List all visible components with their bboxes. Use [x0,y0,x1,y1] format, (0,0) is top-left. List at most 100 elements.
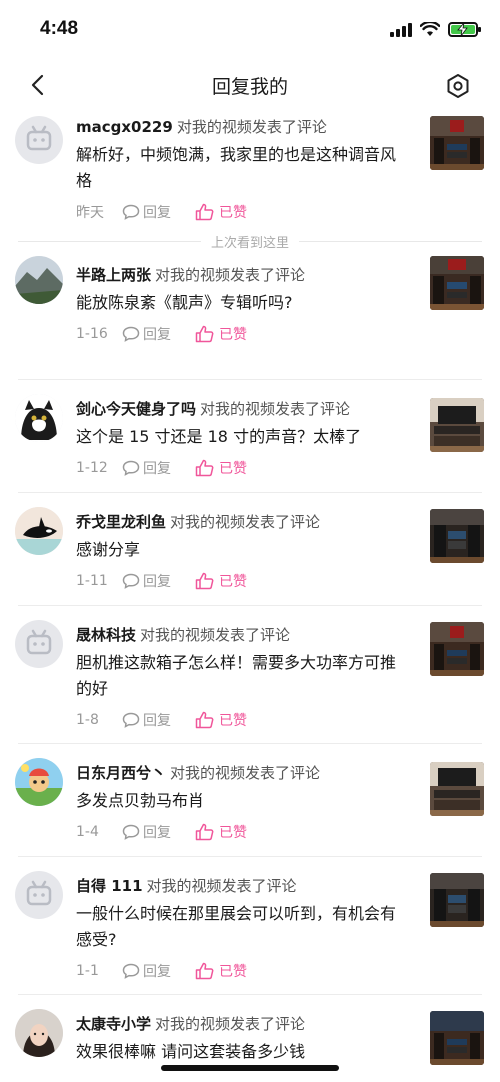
liked-button[interactable]: 已赞 [195,324,247,344]
person-avatar-image [15,1009,63,1057]
comment-text[interactable]: 解析好，中频饱满，我家里的也是这种调音风格 [76,142,404,194]
mountain-avatar-image [15,256,63,304]
liked-label: 已赞 [219,964,247,980]
liked-button[interactable]: 已赞 [195,571,247,591]
avatar[interactable] [15,1009,63,1057]
status-icons [390,22,481,37]
avatar[interactable] [15,758,63,806]
date: 1-1 [76,963,99,979]
thumbs-up-icon [195,203,214,221]
video-thumbnail[interactable] [430,762,484,816]
home-indicator[interactable] [161,1065,339,1071]
action-text: 对我的视频发表了评论 [200,400,351,418]
username[interactable]: macgx0229 [76,118,173,136]
list-item[interactable]: 半路上两张 对我的视频发表了评论 能放陈泉紊《靓声》专辑听吗? 1-16 回复 已… [15,256,484,380]
reply-label: 回复 [143,327,171,343]
username[interactable]: 太康寺小学 [76,1015,151,1033]
reply-list: macgx0229 对我的视频发表了评论 解析好，中频饱满，我家里的也是这种调音风… [0,110,500,1075]
list-item[interactable]: 乔戈里龙利鱼 对我的视频发表了评论 感谢分享 1-11 回复 已赞 [15,493,484,606]
comment-icon [122,204,140,220]
thumbs-up-icon [195,572,214,590]
username[interactable]: 日东月西兮丶 [76,764,166,782]
date: 1-12 [76,460,108,476]
liked-button[interactable]: 已赞 [195,458,247,478]
date: 1-4 [76,824,99,840]
username[interactable]: 自得 111 [76,877,143,895]
avatar[interactable] [15,256,63,304]
action-text: 对我的视频发表了评论 [176,118,327,136]
list-item[interactable]: 太康寺小学 对我的视频发表了评论 效果很棒嘛 请问这套装备多少钱 [15,995,484,1075]
comment-text[interactable]: 多发点贝勃马布肖 [76,788,404,814]
comment-text[interactable]: 效果很棒嘛 请问这套装备多少钱 [76,1039,404,1065]
thumbs-up-icon [195,962,214,980]
reply-button[interactable]: 回复 [122,571,171,591]
comment-text[interactable]: 感谢分享 [76,537,404,563]
video-thumbnail[interactable] [430,256,484,310]
wifi-icon [420,22,440,36]
liked-label: 已赞 [219,713,247,729]
page-title: 回复我的 [211,76,288,98]
comment-icon [122,712,140,728]
action-text: 对我的视频发表了评论 [146,877,297,895]
comment-icon [122,460,140,476]
list-item[interactable]: 剑心今天健身了吗 对我的视频发表了评论 这个是 15 寸还是 18 寸的声音？太棒… [15,380,484,493]
video-thumbnail[interactable] [430,1011,484,1065]
reply-button[interactable]: 回复 [122,202,171,222]
settings-button[interactable] [442,70,474,102]
liked-button[interactable]: 已赞 [195,822,247,842]
username[interactable]: 剑心今天健身了吗 [76,400,196,418]
gear-icon [447,74,469,98]
comment-text[interactable]: 胆机推这款箱子怎么样！需要多大功率方可推的好 [76,650,404,702]
action-text: 对我的视频发表了评论 [155,266,306,284]
last-seen-label: 上次看到这里 [211,235,290,251]
comment-icon [122,963,140,979]
action-text: 对我的视频发表了评论 [170,764,321,782]
video-thumbnail[interactable] [430,873,484,927]
avatar[interactable] [15,116,63,164]
comment-text[interactable]: 这个是 15 寸还是 18 寸的声音？太棒了 [76,424,404,450]
thumbs-up-icon [195,711,214,729]
reply-button[interactable]: 回复 [122,458,171,478]
reply-label: 回复 [143,825,171,841]
date: 1-8 [76,712,99,728]
username[interactable]: 乔戈里龙利鱼 [76,513,166,531]
reply-label: 回复 [143,964,171,980]
comment-icon [122,326,140,342]
avatar[interactable] [15,394,63,442]
reply-button[interactable]: 回复 [122,710,171,730]
list-item[interactable]: macgx0229 对我的视频发表了评论 解析好，中频饱满，我家里的也是这种调音风… [15,110,484,224]
date: 昨天 [76,205,104,221]
video-thumbnail[interactable] [430,622,484,676]
comment-text[interactable]: 一般什么时候在那里展会可以听到，有机会有感受? [76,901,404,953]
list-item[interactable]: 晟林科技 对我的视频发表了评论 胆机推这款箱子怎么样！需要多大功率方可推的好 1-… [15,606,484,744]
comment-icon [122,824,140,840]
avatar[interactable] [15,871,63,919]
thumbs-up-icon [195,325,214,343]
date: 1-16 [76,326,108,342]
list-item[interactable]: 日东月西兮丶 对我的视频发表了评论 多发点贝勃马布肖 1-4 回复 已赞 [15,744,484,857]
action-text: 对我的视频发表了评论 [170,513,321,531]
avatar[interactable] [15,620,63,668]
reply-label: 回复 [143,713,171,729]
liked-label: 已赞 [219,205,247,221]
video-thumbnail[interactable] [430,509,484,563]
default-avatar-icon [26,125,52,151]
liked-button[interactable]: 已赞 [195,961,247,981]
username[interactable]: 半路上两张 [76,266,151,284]
liked-button[interactable]: 已赞 [195,202,247,222]
liked-label: 已赞 [219,461,247,477]
default-avatar-icon [26,629,52,655]
reply-button[interactable]: 回复 [122,961,171,981]
video-thumbnail[interactable] [430,116,484,170]
liked-button[interactable]: 已赞 [195,710,247,730]
action-text: 对我的视频发表了评论 [140,626,291,644]
avatar[interactable] [15,507,63,555]
video-thumbnail[interactable] [430,398,484,452]
comment-text[interactable]: 能放陈泉紊《靓声》专辑听吗? [76,290,404,316]
username[interactable]: 晟林科技 [76,626,136,644]
list-item[interactable]: 自得 111 对我的视频发表了评论 一般什么时候在那里展会可以听到，有机会有感受?… [15,857,484,995]
liked-label: 已赞 [219,574,247,590]
orca-avatar-image [15,507,63,555]
reply-button[interactable]: 回复 [122,822,171,842]
reply-button[interactable]: 回复 [122,324,171,344]
